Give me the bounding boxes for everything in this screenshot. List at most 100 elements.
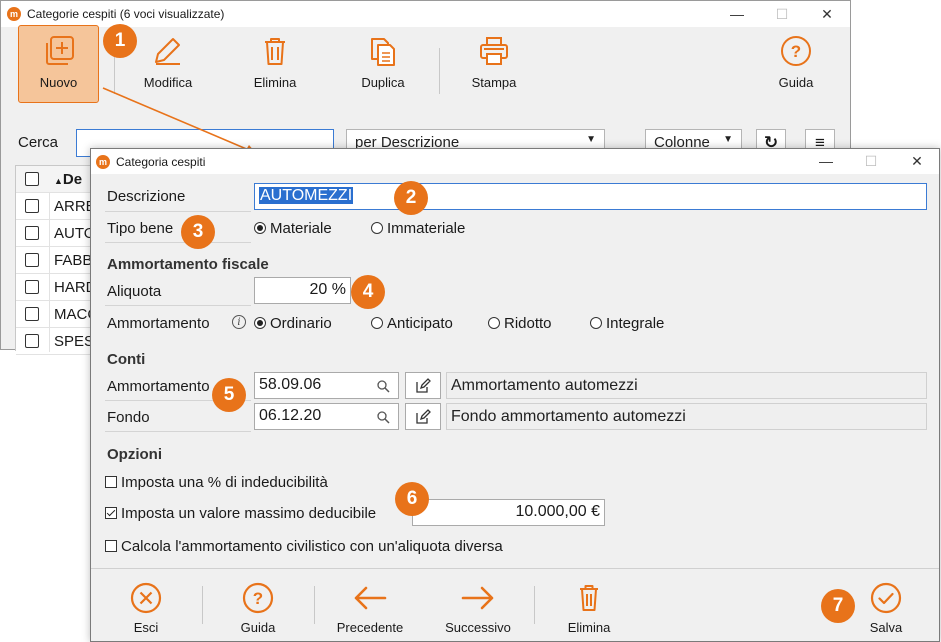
maximize-button: ☐ [864,153,878,169]
select-all-checkbox[interactable] [25,172,39,186]
label-underline [105,211,251,212]
svg-text:?: ? [791,42,801,61]
radio-immateriale[interactable]: Immateriale [371,220,465,237]
search-icon[interactable] [377,380,390,393]
row-descrizione: FABB [54,252,93,269]
label-underline [105,305,251,306]
search-icon[interactable] [377,411,390,424]
radio-dot [371,317,383,329]
opzione-aliquota-civilistica-checkbox[interactable]: Calcola l'ammortamento civilistico con u… [105,538,503,555]
ammortamento-fiscale-title: Ammortamento fiscale [107,256,269,273]
row-checkbox[interactable] [25,199,39,213]
table-row[interactable]: FABB [16,247,96,274]
maximize-button: ☐ [775,6,789,22]
tipo-bene-label: Tipo bene [107,220,174,237]
label-underline [105,242,251,243]
step-badge-4: 4 [351,275,385,309]
table-row[interactable]: ARRE [16,193,96,220]
grid-header-descrizione[interactable]: ▲De [54,171,82,188]
app-logo-icon: m [96,155,110,169]
row-checkbox[interactable] [25,307,39,321]
edit-icon [416,409,431,424]
close-button[interactable]: ✕ [902,149,932,173]
guida-footer-button[interactable]: ? Guida [228,581,288,635]
footer-separator [534,586,535,624]
guida-label: Guida [778,75,814,90]
descrizione-input[interactable]: AUTOMEZZI [254,183,927,210]
valore-massimo-input[interactable]: 10.000,00 € [412,499,605,526]
table-row[interactable]: HARD [16,274,97,301]
row-checkbox[interactable] [25,280,39,294]
esci-button[interactable]: Esci [116,581,176,635]
elimina-footer-button[interactable]: Elimina [558,581,620,635]
edit-conto-ammortamento-button[interactable] [405,372,441,399]
step-badge-3: 3 [181,215,215,249]
back-window-title: Categorie cespiti (6 voci visualizzate) [27,7,225,21]
successivo-label: Successivo [445,620,511,635]
table-row[interactable]: AUTO [16,220,96,247]
close-button[interactable]: ✕ [812,2,842,26]
conto-fondo-code: 06.12.20 [259,407,322,424]
checkbox-box [105,540,117,552]
guida-footer-label: Guida [240,620,276,635]
stampa-button[interactable]: Stampa [460,35,528,90]
nuovo-button-content[interactable]: Nuovo [18,35,99,90]
categories-grid: ▲De ARRE AUTO FABB HARD MACC SPES [15,165,98,355]
check-circle-icon [870,582,902,614]
edit-icon [416,378,431,393]
elimina-footer-label: Elimina [567,620,611,635]
trash-icon [265,38,285,65]
conti-title: Conti [107,351,146,368]
grid-header-row: ▲De [16,166,96,193]
aliquota-input[interactable]: 20 % [254,277,351,304]
svg-text:?: ? [253,589,263,608]
row-checkbox[interactable] [25,253,39,267]
elimina-label: Elimina [253,75,297,90]
duplica-button[interactable]: Duplica [349,35,417,90]
label-underline [105,431,251,432]
row-checkbox[interactable] [25,334,39,348]
table-row[interactable]: MACC [16,301,98,328]
descrizione-label: Descrizione [107,188,186,205]
modifica-button[interactable]: Modifica [131,35,205,90]
radio-integrale[interactable]: Integrale [590,315,664,332]
close-circle-icon [130,582,162,614]
opzione-indeducibilita-checkbox[interactable]: Imposta una % di indeducibilità [105,474,328,491]
conto-ammortamento-descrizione: Ammortamento automezzi [446,372,927,399]
conto-ammortamento-input[interactable]: 58.09.06 [254,372,399,399]
modifica-label: Modifica [143,75,193,90]
arrow-right-icon [461,586,494,610]
precedente-label: Precedente [336,620,404,635]
stampa-label: Stampa [471,75,517,90]
back-window-titlebar: m Categorie cespiti (6 voci visualizzate… [1,1,850,27]
printer-icon [480,37,508,65]
checkbox-box [105,476,117,488]
successivo-button[interactable]: Successivo [438,581,518,635]
radio-ordinario[interactable]: Ordinario [254,315,332,332]
footer-separator [314,586,315,624]
conto-fondo-descrizione: Fondo ammortamento automezzi [446,403,927,430]
table-row[interactable]: SPES [16,328,96,355]
arrow-left-icon [354,586,387,610]
salva-button[interactable]: Salva [856,581,916,635]
elimina-button[interactable]: Elimina [241,35,309,90]
toolbar-separator [439,48,440,94]
info-icon[interactable]: i [232,315,246,329]
radio-dot [371,222,383,234]
conto-fondo-input[interactable]: 06.12.20 [254,403,399,430]
radio-ridotto[interactable]: Ridotto [488,315,552,332]
row-checkbox[interactable] [25,226,39,240]
radio-dot-selected [254,222,266,234]
app-logo-icon: m [7,7,21,21]
radio-anticipato[interactable]: Anticipato [371,315,453,332]
minimize-button[interactable]: — [811,149,841,173]
radio-materiale[interactable]: Materiale [254,220,332,237]
opzione-valore-massimo-checkbox[interactable]: Imposta un valore massimo deducibile [105,505,376,522]
trash-icon [580,585,598,611]
edit-conto-fondo-button[interactable] [405,403,441,430]
radio-dot [590,317,602,329]
precedente-button[interactable]: Precedente [330,581,410,635]
minimize-button[interactable]: — [722,2,752,26]
guida-button[interactable]: ? Guida [766,35,826,90]
salva-label: Salva [869,620,903,635]
